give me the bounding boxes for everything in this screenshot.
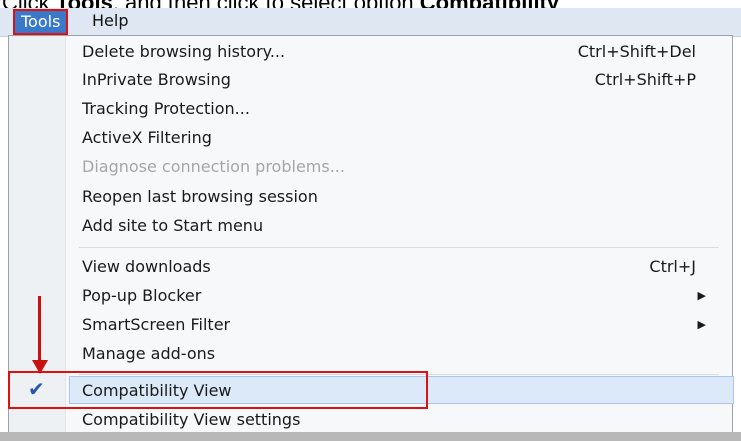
annotation-arrowhead-left <box>32 360 48 374</box>
menu-item-reopen-session[interactable]: Reopen last browsing session <box>66 183 726 211</box>
menu-item-view-downloads[interactable]: View downloads Ctrl+J <box>66 253 726 281</box>
menu-item-label: InPrivate Browsing <box>82 70 231 89</box>
menu-item-delete-history[interactable]: Delete browsing history... Ctrl+Shift+De… <box>66 38 726 66</box>
menu-item-label: Compatibility View settings <box>82 410 301 429</box>
menu-item-label: Pop-up Blocker <box>82 286 202 305</box>
menu-item-activex-filtering[interactable]: ActiveX Filtering <box>66 124 726 152</box>
menu-item-label: ActiveX Filtering <box>82 128 212 147</box>
torn-edge <box>0 432 741 441</box>
menu-item-smartscreen[interactable]: SmartScreen Filter ▶ <box>66 311 726 339</box>
menu-item-label: Delete browsing history... <box>82 42 286 61</box>
shortcut-label: Ctrl+Shift+P <box>594 70 696 89</box>
menu-bar: Tools Help <box>0 8 741 37</box>
menu-item-label: View downloads <box>82 257 211 276</box>
shortcut-label: Ctrl+Shift+Del <box>577 42 696 61</box>
menu-item-label: Reopen last browsing session <box>82 187 318 206</box>
menu-item-label: Diagnose connection problems... <box>82 157 345 176</box>
menu-item-diagnose-connection: Diagnose connection problems... <box>66 153 726 181</box>
menu-item-label: Tracking Protection... <box>82 99 250 118</box>
help-menu[interactable]: Help <box>86 10 134 32</box>
menu-item-popup-blocker[interactable]: Pop-up Blocker ▶ <box>66 282 726 310</box>
tools-menu[interactable]: Tools <box>13 9 69 35</box>
menu-item-label: SmartScreen Filter <box>82 315 231 334</box>
menu-item-manage-addons[interactable]: Manage add-ons <box>66 340 726 368</box>
menu-item-compatibility-settings[interactable]: Compatibility View settings <box>66 406 726 434</box>
menu-item-label: Manage add-ons <box>82 344 216 363</box>
menu-item-label: Add site to Start menu <box>82 216 264 235</box>
menu-separator <box>79 247 719 248</box>
annotation-arrow-left <box>38 296 41 366</box>
submenu-arrow-icon: ▶ <box>697 289 706 302</box>
menu-item-add-to-start[interactable]: Add site to Start menu <box>66 212 726 240</box>
shortcut-label: Ctrl+J <box>649 257 696 276</box>
submenu-arrow-icon: ▶ <box>697 318 706 331</box>
menu-item-inprivate[interactable]: InPrivate Browsing Ctrl+Shift+P <box>66 66 726 94</box>
annotation-highlight-box <box>8 371 428 409</box>
menu-item-tracking-protection[interactable]: Tracking Protection... <box>66 95 726 123</box>
